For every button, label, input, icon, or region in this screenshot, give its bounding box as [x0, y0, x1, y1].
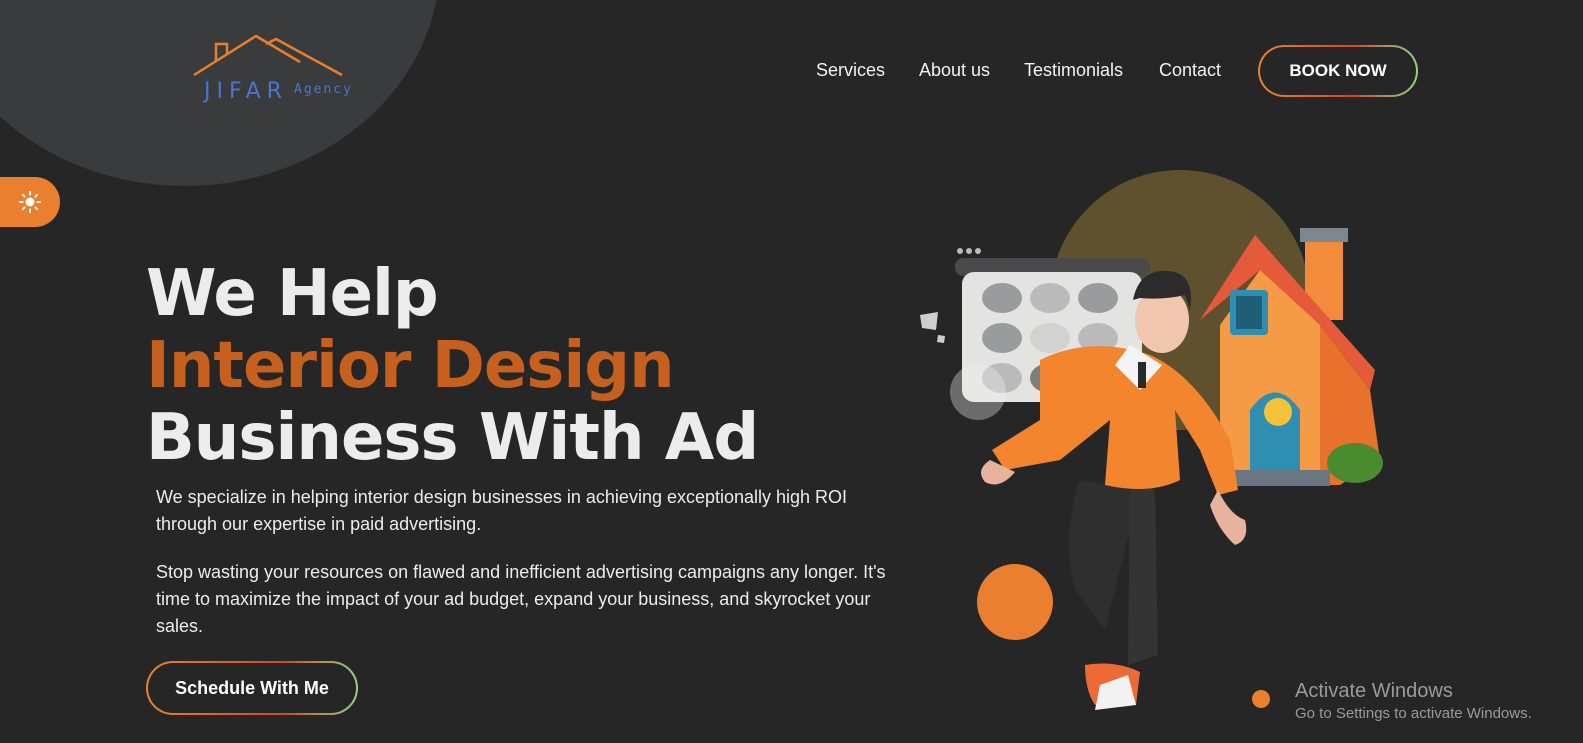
nav-testimonials[interactable]: Testimonials: [1024, 60, 1123, 81]
decorative-dot: [1252, 690, 1270, 708]
hero-line-3: Business With Ad: [146, 401, 759, 475]
logo[interactable]: JIFAR Agency: [192, 32, 362, 104]
hero-line-1: We Help: [146, 257, 439, 331]
hero-description-1: We specialize in helping interior design…: [156, 487, 848, 534]
nav-contact[interactable]: Contact: [1159, 60, 1221, 81]
book-now-button[interactable]: BOOK NOW: [1258, 45, 1418, 97]
hero-line-2: Interior Design: [146, 329, 675, 403]
hero-description-2: Stop wasting your resources on flawed an…: [156, 562, 886, 636]
sun-icon: [19, 191, 41, 213]
hero-headline: We Help Interior Design Business With Ad: [146, 257, 759, 475]
theme-toggle-button[interactable]: [0, 177, 60, 227]
windows-activation-watermark: Activate Windows Go to Settings to activ…: [1295, 680, 1532, 722]
schedule-button[interactable]: Schedule With Me: [146, 661, 358, 715]
watermark-title: Activate Windows: [1295, 680, 1453, 702]
nav-about-us[interactable]: About us: [919, 60, 990, 81]
nav-services[interactable]: Services: [816, 60, 885, 81]
logo-wordmark: JIFAR: [204, 79, 288, 104]
orange-circle: [977, 564, 1053, 640]
watermark-subtitle: Go to Settings to activate Windows.: [1295, 705, 1532, 722]
hero-illustration: [920, 170, 1383, 710]
logo-subtitle: Agency: [294, 82, 353, 97]
house-roof-icon: [193, 34, 343, 77]
